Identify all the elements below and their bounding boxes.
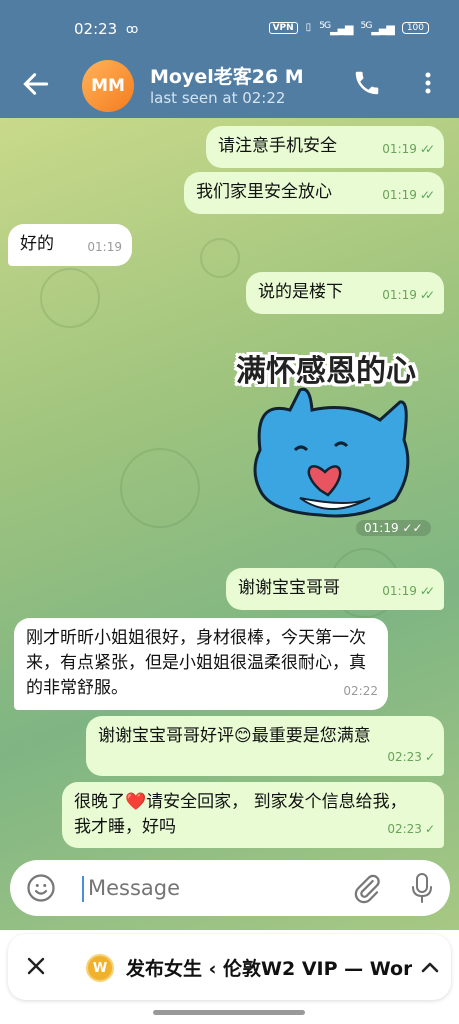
message-text: 我们家里安全放心 [196, 182, 332, 202]
check-icon: ✓ [424, 822, 435, 836]
message-text: 好的 [20, 234, 54, 254]
message-bubble-incoming[interactable]: 好的 01:19 [8, 224, 132, 266]
text-caret [82, 876, 84, 902]
message-meta: 01:19 ✓✓ [382, 283, 435, 308]
message-text: 谢谢宝宝哥哥 [238, 578, 340, 598]
double-check-icon: ✓✓ [419, 188, 435, 202]
last-seen-status: last seen at 02:22 [150, 89, 286, 107]
message-input[interactable] [88, 870, 338, 906]
double-check-icon: ✓✓ [419, 584, 435, 598]
message-bubble-outgoing[interactable]: 我们家里安全放心 01:19 ✓✓ [184, 172, 444, 214]
message-bubble-outgoing[interactable]: 很晚了❤️请安全回家， 到家发个信息给我， 我才睡，好吗 02:23 ✓ [62, 782, 444, 848]
status-icons: VPN ▯ 5G▂▄▆ 5G▂▄▆ 100 [268, 20, 429, 36]
message-bubble-outgoing[interactable]: 谢谢宝宝哥哥 01:19 ✓✓ [226, 568, 444, 610]
check-icon: ✓ [424, 750, 435, 764]
attach-icon[interactable] [352, 872, 382, 904]
message-bubble-outgoing[interactable]: 谢谢宝宝哥哥好评😊最重要是您满意 02:23 ✓ [86, 716, 444, 776]
vibrate-icon: ▯ [305, 22, 312, 34]
pinned-text[interactable]: 发布女生 ‹ 伦敦W2 VIP — Wor [126, 954, 412, 981]
battery-indicator: 100 [401, 21, 429, 34]
signal-icon: 5G▂▄▆ [319, 20, 353, 36]
chat-area[interactable]: 请注意手机安全 01:19 ✓✓ 我们家里安全放心 01:19 ✓✓ 好的 01:1… [0, 118, 459, 930]
message-composer [10, 860, 450, 916]
double-check-icon: ✓✓ [419, 142, 435, 156]
message-text: 刚才昕昕小姐姐很好，身材很棒，今天第一次来，有点紧张，但是小姐姐很温柔很耐心，真… [26, 628, 366, 698]
message-bubble-outgoing[interactable]: 请注意手机安全 01:19 ✓✓ [206, 126, 444, 168]
message-meta: 02:23 ✓ [387, 745, 435, 770]
message-text: 很晚了❤️请安全回家， 到家发个信息给我， 我才睡，好吗 [74, 792, 407, 837]
vpn-badge: VPN [268, 21, 298, 34]
wallpaper-doodle [120, 448, 200, 528]
message-bubble-outgoing[interactable]: 说的是楼下 01:19 ✓✓ [246, 272, 444, 314]
chat-header: MM Moyel老客26 M last seen at 02:22 [0, 58, 459, 118]
message-meta: 01:19 ✓✓ [382, 137, 435, 162]
back-arrow-icon[interactable] [20, 68, 52, 100]
message-meta: 02:23 ✓ [387, 817, 435, 842]
status-bar: 02:23 ꝏ VPN ▯ 5G▂▄▆ 5G▂▄▆ 100 [0, 0, 459, 58]
chat-title[interactable]: Moyel老客26 M [150, 62, 304, 89]
home-indicator[interactable] [153, 1010, 305, 1015]
wallpaper-doodle [200, 238, 240, 278]
signal-icon-2: 5G▂▄▆ [360, 20, 395, 36]
notification-icon: ꝏ [126, 22, 139, 36]
emoji-icon[interactable] [26, 873, 56, 903]
sticker-meta: 01:19 ✓✓ [356, 520, 431, 536]
avatar[interactable]: MM [82, 60, 134, 112]
status-time: 02:23 [74, 20, 118, 38]
chevron-up-icon[interactable] [418, 956, 442, 980]
message-meta: 02:22 [343, 684, 378, 698]
more-options-icon[interactable] [416, 68, 440, 98]
message-text: 请注意手机安全 [218, 136, 337, 156]
close-icon[interactable] [24, 954, 48, 978]
message-meta: 01:19 [87, 240, 122, 254]
wallpaper-doodle [40, 268, 100, 328]
pinned-banner[interactable]: W 发布女生 ‹ 伦敦W2 VIP — Wor [8, 934, 451, 1000]
message-meta: 01:19 ✓✓ [382, 183, 435, 208]
message-bubble-incoming[interactable]: 刚才昕昕小姐姐很好，身材很棒，今天第一次来，有点紧张，但是小姐姐很温柔很耐心，真… [14, 618, 388, 710]
message-text: 谢谢宝宝哥哥好评😊最重要是您满意 [98, 726, 371, 746]
phone-icon[interactable] [352, 68, 382, 98]
double-check-icon: ✓✓ [419, 288, 435, 302]
cat-sticker[interactable] [240, 380, 420, 522]
message-text: 说的是楼下 [258, 282, 343, 302]
channel-logo: W [86, 954, 114, 982]
message-meta: 01:19 ✓✓ [382, 579, 435, 604]
microphone-icon[interactable] [410, 871, 434, 905]
